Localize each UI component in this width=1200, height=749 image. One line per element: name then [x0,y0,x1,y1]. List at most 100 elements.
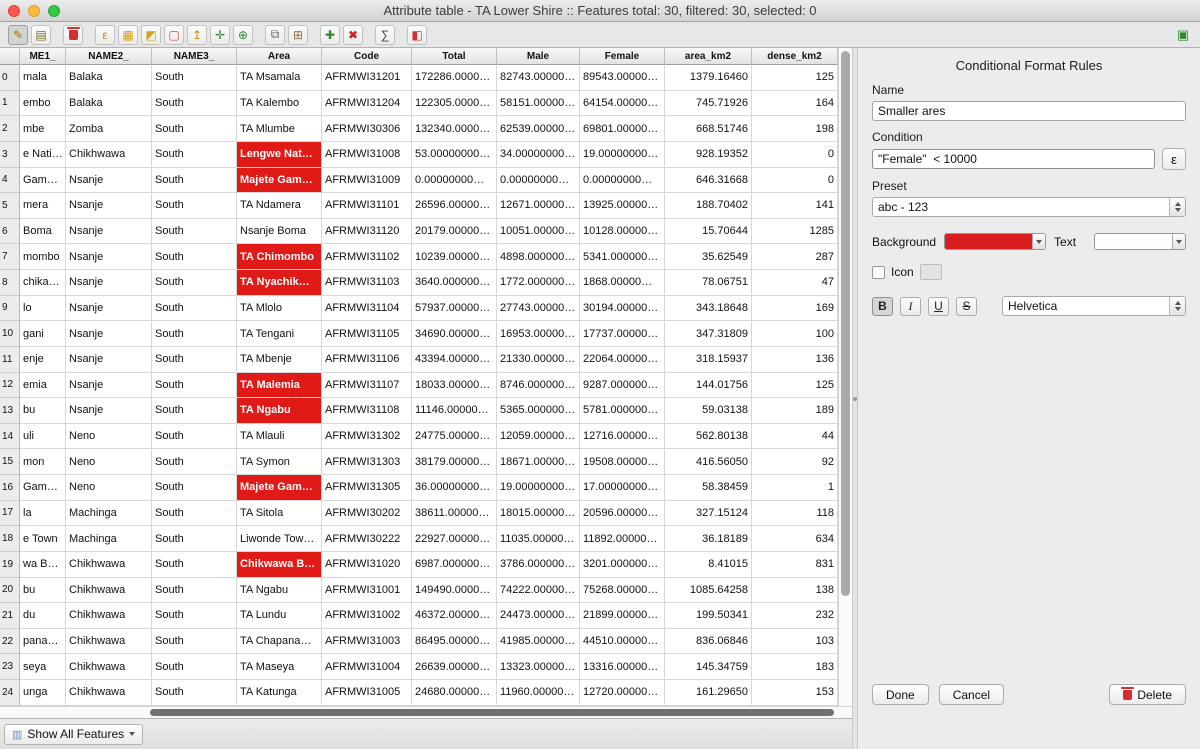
cell-female[interactable]: 5781.000000… [580,398,665,424]
cell-dense_km2[interactable]: 138 [752,578,838,604]
zoom-button[interactable] [48,5,60,17]
underline-button[interactable]: U [928,297,949,316]
cell-name2[interactable]: Chikhwawa [66,578,152,604]
row-number[interactable]: 12 [0,373,20,399]
cell-name2[interactable]: Zomba [66,116,152,142]
cell-area[interactable]: TA Msamala [237,65,322,91]
cell-name1[interactable]: wa B… [20,552,66,578]
cell-name3[interactable]: South [152,629,237,655]
cell-dense_km2[interactable]: 125 [752,65,838,91]
cell-male[interactable]: 41985.00000… [497,629,580,655]
cell-area_km2[interactable]: 562.80138 [665,424,752,450]
cell-female[interactable]: 13316.00000… [580,654,665,680]
cell-area[interactable]: TA Katunga [237,680,322,706]
cell-area_km2[interactable]: 347.31809 [665,321,752,347]
cell-name1[interactable]: chika… [20,270,66,296]
cell-name2[interactable]: Neno [66,424,152,450]
row-number[interactable]: 5 [0,193,20,219]
cell-code[interactable]: AFRMWI30202 [322,501,412,527]
cell-name3[interactable]: South [152,552,237,578]
cell-name2[interactable]: Nsanje [66,321,152,347]
cell-code[interactable]: AFRMWI31106 [322,347,412,373]
cell-total[interactable]: 24775.00000… [412,424,497,450]
cell-name2[interactable]: Chikhwawa [66,552,152,578]
cell-name1[interactable]: Boma [20,219,66,245]
cell-dense_km2[interactable]: 153 [752,680,838,706]
cell-total[interactable]: 26596.00000… [412,193,497,219]
cell-area[interactable]: Majete Gam… [237,475,322,501]
cell-name1[interactable]: mombo [20,244,66,270]
font-select[interactable]: Helvetica [1002,296,1186,316]
cell-total[interactable]: 36.00000000… [412,475,497,501]
cell-area_km2[interactable]: 15.70644 [665,219,752,245]
cell-total[interactable]: 57937.00000… [412,296,497,322]
vertical-scrollbar[interactable] [838,48,852,706]
cell-female[interactable]: 12720.00000… [580,680,665,706]
dock-window-icon[interactable]: ▣ [1174,26,1192,44]
cell-male[interactable]: 3786.000000… [497,552,580,578]
cell-name3[interactable]: South [152,321,237,347]
cell-name3[interactable]: South [152,680,237,706]
cell-total[interactable]: 24680.00000… [412,680,497,706]
cell-area[interactable]: TA Tengani [237,321,322,347]
cell-area_km2[interactable]: 1085.64258 [665,578,752,604]
cell-name3[interactable]: South [152,578,237,604]
row-number[interactable]: 2 [0,116,20,142]
cell-dense_km2[interactable]: 169 [752,296,838,322]
cell-area_km2[interactable]: 745.71926 [665,91,752,117]
cell-name2[interactable]: Nsanje [66,270,152,296]
column-header-name3[interactable]: NAME3_ [152,48,237,65]
cell-male[interactable]: 0.00000000… [497,168,580,194]
done-button[interactable]: Done [872,684,929,705]
cell-name1[interactable]: mera [20,193,66,219]
cell-total[interactable]: 38179.00000… [412,449,497,475]
cell-name1[interactable]: pana… [20,629,66,655]
cell-female[interactable]: 30194.00000… [580,296,665,322]
cell-code[interactable]: AFRMWI31103 [322,270,412,296]
cell-area_km2[interactable]: 36.18189 [665,526,752,552]
cell-area_km2[interactable]: 928.19352 [665,142,752,168]
cell-name2[interactable]: Balaka [66,65,152,91]
column-header-male[interactable]: Male [497,48,580,65]
cell-area[interactable]: TA Symon [237,449,322,475]
cell-area[interactable]: Chikwawa B… [237,552,322,578]
paste-icon[interactable]: ⊞ [288,25,308,45]
row-number[interactable]: 7 [0,244,20,270]
cell-name1[interactable]: unga [20,680,66,706]
cell-area[interactable]: Nsanje Boma [237,219,322,245]
cell-area[interactable]: TA Sitola [237,501,322,527]
cell-name2[interactable]: Nsanje [66,296,152,322]
cell-name3[interactable]: South [152,603,237,629]
cell-area_km2[interactable]: 199.50341 [665,603,752,629]
cell-code[interactable]: AFRMWI31004 [322,654,412,680]
row-number[interactable]: 0 [0,65,20,91]
cell-female[interactable]: 20596.00000… [580,501,665,527]
cell-area_km2[interactable]: 35.62549 [665,244,752,270]
cell-name3[interactable]: South [152,347,237,373]
cell-area_km2[interactable]: 668.51746 [665,116,752,142]
cell-area[interactable]: TA Chimombo [237,244,322,270]
bold-button[interactable]: B [872,297,893,316]
cell-male[interactable]: 16953.00000… [497,321,580,347]
cell-dense_km2[interactable]: 189 [752,398,838,424]
cell-name3[interactable]: South [152,270,237,296]
cell-name2[interactable]: Nsanje [66,168,152,194]
cell-code[interactable]: AFRMWI31303 [322,449,412,475]
cell-area_km2[interactable]: 58.38459 [665,475,752,501]
cell-female[interactable]: 22064.00000… [580,347,665,373]
column-header-total[interactable]: Total [412,48,497,65]
cell-code[interactable]: AFRMWI31005 [322,680,412,706]
select-by-expression-icon[interactable]: ε [95,25,115,45]
cell-name3[interactable]: South [152,296,237,322]
cell-male[interactable]: 74222.00000… [497,578,580,604]
cell-name1[interactable]: seya [20,654,66,680]
cell-dense_km2[interactable]: 0 [752,168,838,194]
cell-area_km2[interactable]: 318.15937 [665,347,752,373]
horizontal-scrollbar[interactable] [0,706,852,718]
cell-name2[interactable]: Chikhwawa [66,680,152,706]
cell-total[interactable]: 172286.0000… [412,65,497,91]
row-number[interactable]: 8 [0,270,20,296]
cell-name3[interactable]: South [152,373,237,399]
row-number[interactable]: 3 [0,142,20,168]
cell-dense_km2[interactable]: 183 [752,654,838,680]
